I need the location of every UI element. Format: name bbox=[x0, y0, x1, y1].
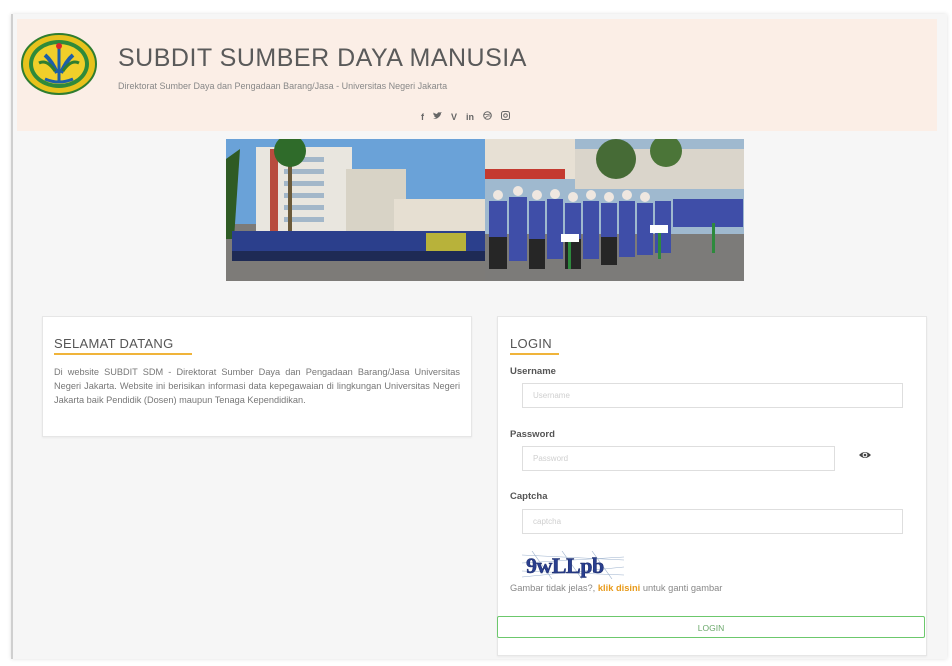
captcha-image: 9wLLpb bbox=[522, 551, 624, 579]
login-title-underline bbox=[510, 353, 559, 355]
captcha-code: 9wLLpb bbox=[526, 553, 604, 578]
login-title: LOGIN bbox=[510, 336, 552, 351]
refresh-captcha-link[interactable]: klik disini bbox=[598, 583, 640, 593]
login-panel: LOGIN Username Password Captcha 9wLLpb G… bbox=[497, 316, 927, 656]
login-button[interactable]: LOGIN bbox=[497, 616, 925, 638]
facebook-icon[interactable]: f bbox=[421, 112, 424, 122]
social-links: f V in bbox=[421, 111, 511, 122]
welcome-title-underline bbox=[54, 353, 192, 355]
site-title: SUBDIT SUMBER DAYA MANUSIA bbox=[118, 44, 527, 72]
instagram-icon[interactable] bbox=[501, 111, 511, 122]
show-password-eye-icon[interactable] bbox=[858, 450, 872, 460]
campus-banner bbox=[226, 139, 744, 281]
twitter-icon[interactable] bbox=[433, 111, 442, 122]
captcha-label: Captcha bbox=[510, 491, 548, 502]
dribbble-icon[interactable] bbox=[483, 111, 492, 122]
captcha-help-prefix: Gambar tidak jelas?, bbox=[510, 583, 598, 593]
password-input[interactable] bbox=[522, 446, 835, 471]
welcome-panel: SELAMAT DATANG Di website SUBDIT SDM - D… bbox=[42, 316, 472, 437]
captcha-help-suffix: untuk ganti gambar bbox=[640, 583, 723, 593]
username-label: Username bbox=[510, 366, 556, 377]
university-logo bbox=[21, 33, 97, 95]
username-input[interactable] bbox=[522, 383, 903, 408]
welcome-text: Di website SUBDIT SDM - Direktorat Sumbe… bbox=[54, 367, 460, 406]
site-header: SUBDIT SUMBER DAYA MANUSIA Direktorat Su… bbox=[17, 19, 937, 131]
vimeo-icon[interactable]: V bbox=[451, 112, 457, 122]
welcome-title: SELAMAT DATANG bbox=[54, 336, 174, 351]
captcha-help: Gambar tidak jelas?, klik disini untuk g… bbox=[510, 583, 722, 593]
captcha-input[interactable] bbox=[522, 509, 903, 534]
password-label: Password bbox=[510, 429, 555, 440]
linkedin-icon[interactable]: in bbox=[466, 112, 474, 122]
site-subtitle: Direktorat Sumber Daya dan Pengadaan Bar… bbox=[118, 81, 448, 91]
